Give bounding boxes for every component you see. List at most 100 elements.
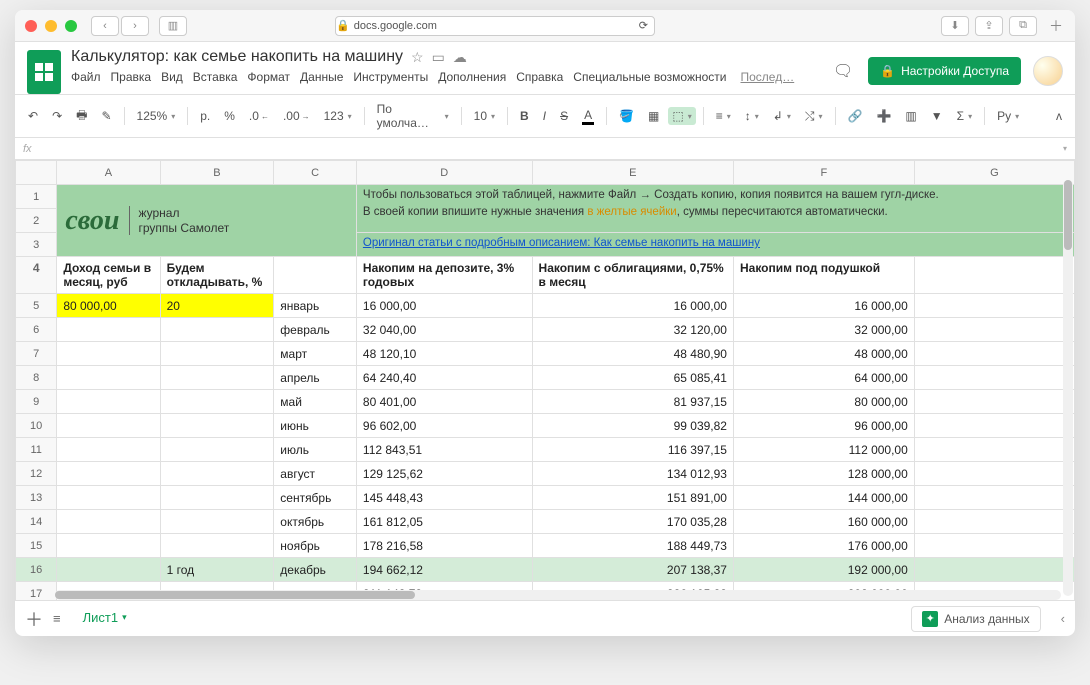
text-color-button[interactable]: A — [577, 105, 599, 128]
menu-tools[interactable]: Инструменты — [353, 70, 428, 84]
cell-income[interactable] — [57, 318, 160, 342]
cell-deposit[interactable]: 194 662,12 — [356, 558, 532, 582]
row-header[interactable]: 9 — [16, 390, 57, 414]
row-header[interactable]: 10 — [16, 414, 57, 438]
header-bonds[interactable]: Накопим с облигациями, 0,75% в месяц — [532, 257, 733, 294]
cell-income[interactable]: 80 000,00 — [57, 294, 160, 318]
star-icon[interactable]: ☆ — [411, 49, 424, 66]
cell-month[interactable]: ноябрь — [274, 534, 357, 558]
italic-button[interactable]: I — [538, 106, 551, 126]
row-header[interactable]: 2 — [16, 209, 57, 233]
spreadsheet-grid[interactable]: A B C D E F G 1 свои журналгруппы Самоле… — [15, 160, 1075, 600]
text-wrap-button[interactable]: ↲ — [768, 106, 796, 126]
cell-pillow[interactable]: 176 000,00 — [733, 534, 914, 558]
cell-deposit[interactable]: 129 125,62 — [356, 462, 532, 486]
undo-button[interactable]: ↶ — [23, 106, 43, 126]
cell-month[interactable]: май — [274, 390, 357, 414]
row-header[interactable]: 8 — [16, 366, 57, 390]
cell-pillow[interactable]: 128 000,00 — [733, 462, 914, 486]
nav-back-button[interactable]: ‹ — [91, 16, 119, 36]
cell-income[interactable] — [57, 558, 160, 582]
strikethrough-button[interactable]: S — [555, 106, 573, 126]
cell-pillow[interactable]: 80 000,00 — [733, 390, 914, 414]
sheet-tab[interactable]: Лист1 ▾ — [71, 606, 139, 631]
share-button[interactable]: 🔒 Настройки Доступа — [868, 57, 1021, 85]
v-align-button[interactable]: ↕ — [740, 106, 764, 126]
cell-month[interactable]: сентябрь — [274, 486, 357, 510]
cell-bonds[interactable]: 16 000,00 — [532, 294, 733, 318]
cell-pillow[interactable]: 96 000,00 — [733, 414, 914, 438]
nav-forward-button[interactable]: › — [121, 16, 149, 36]
menu-addons[interactable]: Дополнения — [438, 70, 506, 84]
cell-pillow[interactable]: 64 000,00 — [733, 366, 914, 390]
reload-icon[interactable]: ⟳ — [639, 19, 648, 32]
header-income[interactable]: Доход семьи в месяц, руб — [57, 257, 160, 294]
cell-income[interactable] — [57, 438, 160, 462]
banner-link-cell[interactable]: Оригинал статьи с подробным описанием: К… — [356, 233, 1074, 257]
header-deposit[interactable]: Накопим на депозите, 3% годовых — [356, 257, 532, 294]
cell-deposit[interactable]: 145 448,43 — [356, 486, 532, 510]
cell[interactable] — [914, 486, 1074, 510]
text-rotate-button[interactable]: ⤭ — [800, 106, 828, 127]
cell-bonds[interactable]: 48 480,90 — [532, 342, 733, 366]
row-header[interactable]: 5 — [16, 294, 57, 318]
header-pillow[interactable]: Накопим под подушкой — [733, 257, 914, 294]
share-os-button[interactable]: ⇪ — [975, 16, 1003, 36]
font-size-dropdown[interactable]: 10 — [469, 106, 500, 126]
cell-month[interactable]: март — [274, 342, 357, 366]
cell[interactable] — [914, 438, 1074, 462]
last-edit-link[interactable]: Послед… — [740, 70, 794, 84]
cell-bonds[interactable]: 65 085,41 — [532, 366, 733, 390]
fx-dropdown-icon[interactable]: ▾ — [1063, 144, 1067, 153]
cell-income[interactable] — [57, 534, 160, 558]
col-header-G[interactable]: G — [914, 161, 1074, 185]
cell-pillow[interactable]: 192 000,00 — [733, 558, 914, 582]
explore-button[interactable]: ✦ Анализ данных — [911, 606, 1040, 632]
cell-income[interactable] — [57, 342, 160, 366]
row-header[interactable]: 1 — [16, 185, 57, 209]
cell-percent[interactable] — [160, 462, 274, 486]
cell-month[interactable]: август — [274, 462, 357, 486]
maximize-window-button[interactable] — [65, 20, 77, 32]
cell-pillow[interactable]: 112 000,00 — [733, 438, 914, 462]
col-header-B[interactable]: B — [160, 161, 274, 185]
cell[interactable] — [914, 342, 1074, 366]
cell-bonds[interactable]: 116 397,15 — [532, 438, 733, 462]
cell-income[interactable] — [57, 510, 160, 534]
cell-month[interactable]: июнь — [274, 414, 357, 438]
cell-deposit[interactable]: 32 040,00 — [356, 318, 532, 342]
font-dropdown[interactable]: По умолча… — [372, 99, 454, 133]
format-percent-button[interactable]: % — [219, 106, 240, 126]
decrease-decimal-button[interactable]: .0← — [244, 106, 274, 126]
row-header[interactable]: 14 — [16, 510, 57, 534]
redo-button[interactable]: ↷ — [47, 106, 67, 126]
menu-insert[interactable]: Вставка — [193, 70, 238, 84]
cell-month[interactable]: апрель — [274, 366, 357, 390]
paint-format-button[interactable]: ✎ — [96, 106, 116, 126]
cell-month[interactable]: февраль — [274, 318, 357, 342]
address-bar[interactable]: 🔒 docs.google.com ⟳ — [335, 16, 655, 36]
toolbar-collapse-button[interactable]: ʌ — [1051, 106, 1067, 126]
cell-percent[interactable] — [160, 414, 274, 438]
cell-percent[interactable] — [160, 486, 274, 510]
cell[interactable] — [914, 366, 1074, 390]
vertical-scrollbar[interactable] — [1063, 180, 1073, 596]
cell-month[interactable]: октябрь — [274, 510, 357, 534]
cell[interactable] — [914, 257, 1074, 294]
print-button[interactable]: 🖶 — [71, 103, 92, 130]
menu-data[interactable]: Данные — [300, 70, 343, 84]
cell-bonds[interactable]: 81 937,15 — [532, 390, 733, 414]
col-header-F[interactable]: F — [733, 161, 914, 185]
cell-pillow[interactable]: 48 000,00 — [733, 342, 914, 366]
menu-help[interactable]: Справка — [516, 70, 563, 84]
insert-link-button[interactable]: 🔗 — [843, 106, 868, 126]
functions-button[interactable]: Σ — [952, 106, 977, 126]
cell-income[interactable] — [57, 414, 160, 438]
cell-percent[interactable]: 1 год — [160, 558, 274, 582]
cell-month[interactable]: июль — [274, 438, 357, 462]
col-header-A[interactable]: A — [57, 161, 160, 185]
cell-pillow[interactable]: 16 000,00 — [733, 294, 914, 318]
borders-button[interactable]: ▦ — [643, 106, 664, 126]
row-header[interactable]: 11 — [16, 438, 57, 462]
row-header[interactable]: 3 — [16, 233, 57, 257]
